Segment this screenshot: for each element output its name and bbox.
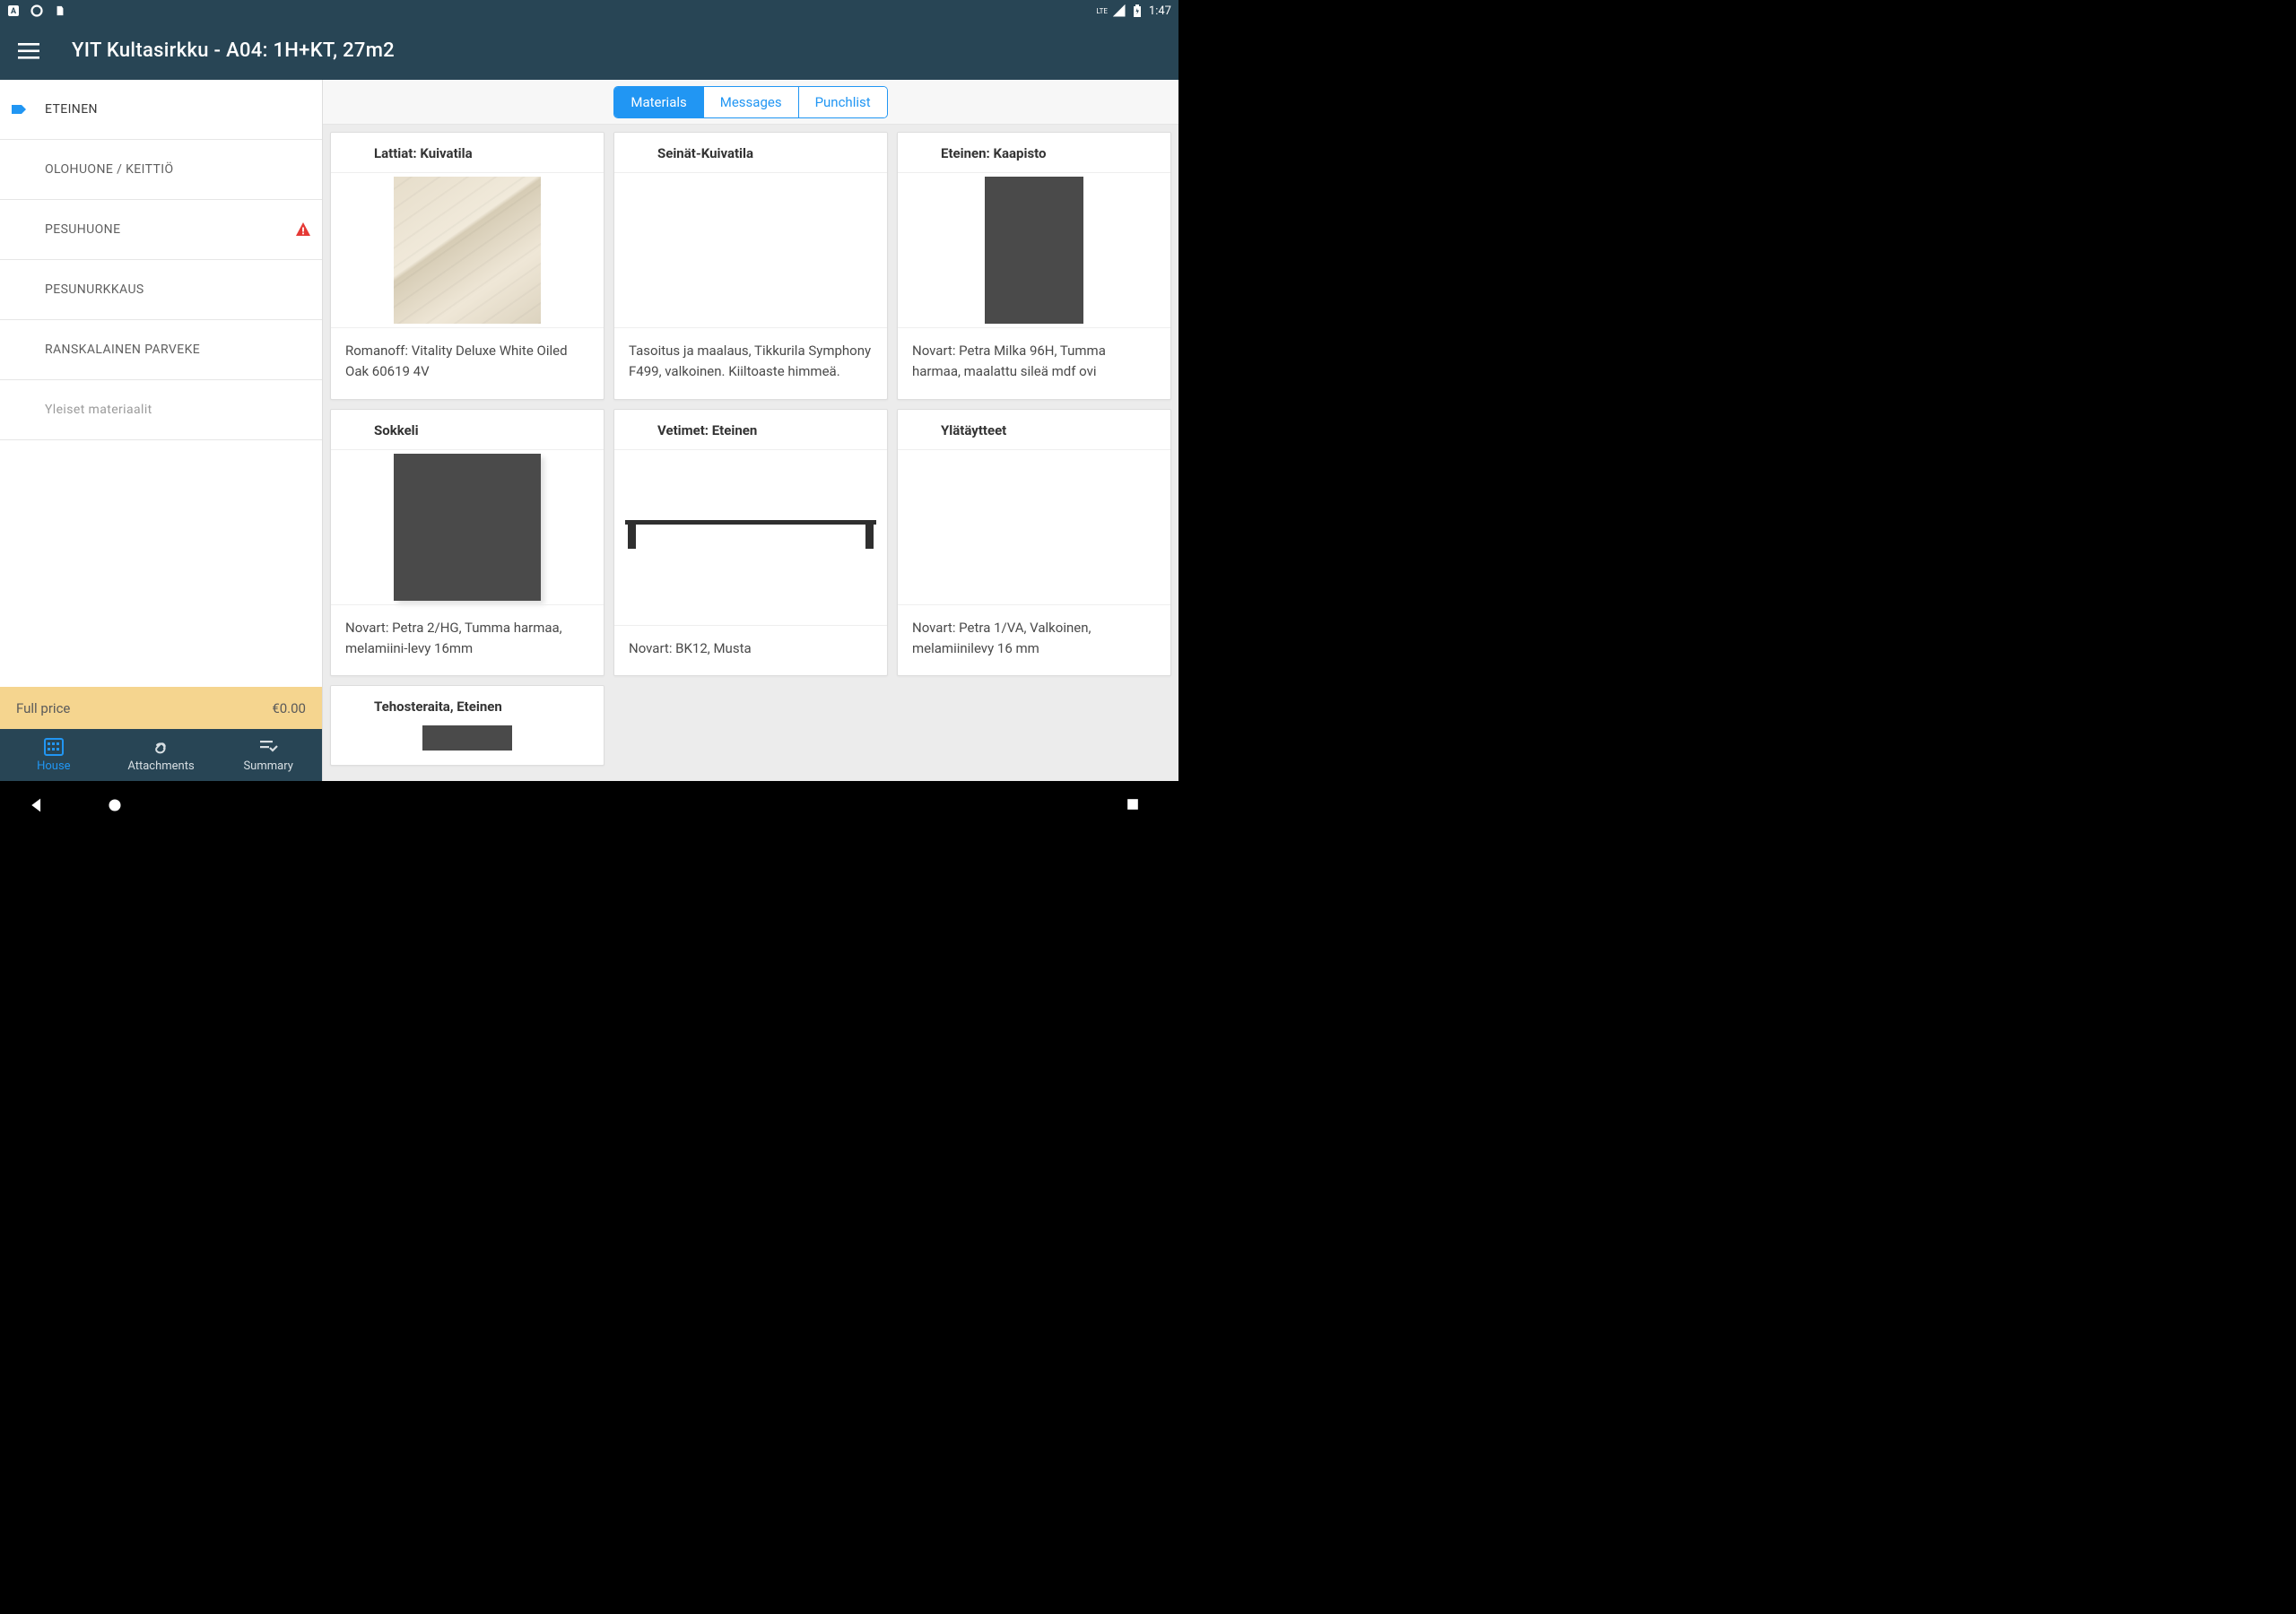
- room-label: PESUNURKKAUS: [45, 282, 144, 297]
- material-card[interactable]: Tehosteraita, Eteinen: [330, 685, 604, 766]
- card-image: [614, 173, 887, 327]
- card-image: [898, 173, 1170, 327]
- paperclip-icon: [152, 738, 171, 756]
- material-card[interactable]: Vetimet: Eteinen Novart: BK12, Musta: [613, 409, 888, 677]
- card-desc: Novart: Petra 2/HG, Tumma harmaa, melami…: [331, 604, 604, 676]
- card-title: Lattiat: Kuivatila: [331, 133, 604, 173]
- sidebar-room-pesunurkkaus[interactable]: PESUNURKKAUS: [0, 260, 322, 320]
- clock: 1:47: [1149, 4, 1171, 18]
- card-desc: Tasoitus ja maalaus, Tikkurila Symphony …: [614, 327, 887, 399]
- material-card[interactable]: Sokkeli Novart: Petra 2/HG, Tumma harmaa…: [330, 409, 604, 677]
- bottom-tabs: House Attachments Summary: [0, 729, 322, 781]
- nav-home-icon[interactable]: [105, 795, 125, 815]
- bottom-tab-attachments[interactable]: Attachments: [108, 729, 215, 781]
- material-card[interactable]: Seinät-Kuivatila Tasoitus ja maalaus, Ti…: [613, 132, 888, 400]
- house-icon: [44, 738, 64, 756]
- bottom-tab-label: Summary: [243, 759, 292, 773]
- card-image: [331, 725, 604, 752]
- card-desc: Novart: Petra Milka 96H, Tumma harmaa, m…: [898, 327, 1170, 399]
- sd-card-icon: [54, 4, 66, 17]
- sidebar-room-eteinen[interactable]: ETEINEN: [0, 80, 322, 140]
- battery-icon: [1131, 4, 1144, 17]
- sidebar-room-parveke[interactable]: RANSKALAINEN PARVEKE: [0, 320, 322, 380]
- sidebar-room-general[interactable]: Yleiset materiaalit: [0, 380, 322, 440]
- price-label: Full price: [16, 700, 70, 716]
- nav-back-icon[interactable]: [27, 795, 47, 815]
- bottom-tab-house[interactable]: House: [0, 729, 108, 781]
- bottom-tab-label: Attachments: [127, 759, 194, 773]
- card-image: [331, 450, 604, 604]
- material-card[interactable]: Ylätäytteet Novart: Petra 1/VA, Valkoine…: [897, 409, 1171, 677]
- sidebar-room-olohuone[interactable]: OLOHUONE / KEITTIÖ: [0, 140, 322, 200]
- tag-icon: [11, 103, 27, 116]
- hamburger-icon[interactable]: [18, 40, 45, 62]
- card-desc: Novart: Petra 1/VA, Valkoinen, melamiini…: [898, 604, 1170, 676]
- notification-icon: A: [7, 4, 20, 17]
- card-desc: Novart: BK12, Musta: [614, 625, 887, 675]
- sidebar-room-pesuhuone[interactable]: PESUHUONE: [0, 200, 322, 260]
- card-image: [331, 173, 604, 327]
- room-label: ETEINEN: [45, 102, 98, 117]
- svg-text:A: A: [11, 7, 17, 16]
- summary-icon: [258, 738, 278, 756]
- room-label: OLOHUONE / KEITTIÖ: [45, 162, 174, 177]
- card-desc: Romanoff: Vitality Deluxe White Oiled Oa…: [331, 327, 604, 399]
- tab-materials[interactable]: Materials: [614, 87, 703, 117]
- top-tabbar: Materials Messages Punchlist: [323, 80, 1178, 125]
- tab-messages[interactable]: Messages: [704, 87, 799, 117]
- network-label: LTE: [1096, 7, 1108, 15]
- android-status-bar: A LTE 1:47: [0, 0, 1178, 22]
- card-image: [614, 450, 887, 604]
- circle-icon: [30, 4, 43, 17]
- card-title: Ylätäytteet: [898, 410, 1170, 450]
- nav-recent-icon[interactable]: [1123, 794, 1143, 814]
- price-row: Full price €0.00: [0, 687, 322, 729]
- material-card[interactable]: Eteinen: Kaapisto Novart: Petra Milka 96…: [897, 132, 1171, 400]
- signal-icon: [1113, 4, 1126, 17]
- card-image: [898, 450, 1170, 604]
- room-sidebar: ETEINEN OLOHUONE / KEITTIÖ PESUHUONE PES…: [0, 80, 323, 781]
- room-label: PESUHUONE: [45, 222, 120, 237]
- price-value: €0.00: [272, 700, 306, 716]
- room-label: Yleiset materiaalit: [45, 403, 152, 417]
- card-title: Sokkeli: [331, 410, 604, 450]
- android-nav-bar: [0, 781, 1178, 829]
- room-label: RANSKALAINEN PARVEKE: [45, 343, 200, 357]
- page-title: YIT Kultasirkku - A04: 1H+KT, 27m2: [72, 39, 395, 62]
- card-title: Tehosteraita, Eteinen: [331, 686, 604, 725]
- material-grid-scroll[interactable]: Lattiat: Kuivatila Romanoff: Vitality De…: [323, 125, 1178, 781]
- bottom-tab-summary[interactable]: Summary: [214, 729, 322, 781]
- card-title: Seinät-Kuivatila: [614, 133, 887, 173]
- card-title: Vetimet: Eteinen: [614, 410, 887, 450]
- card-title: Eteinen: Kaapisto: [898, 133, 1170, 173]
- tab-punchlist[interactable]: Punchlist: [799, 87, 887, 117]
- bottom-tab-label: House: [37, 759, 70, 773]
- app-bar: YIT Kultasirkku - A04: 1H+KT, 27m2: [0, 22, 1178, 80]
- alert-icon: [295, 221, 311, 238]
- material-card[interactable]: Lattiat: Kuivatila Romanoff: Vitality De…: [330, 132, 604, 400]
